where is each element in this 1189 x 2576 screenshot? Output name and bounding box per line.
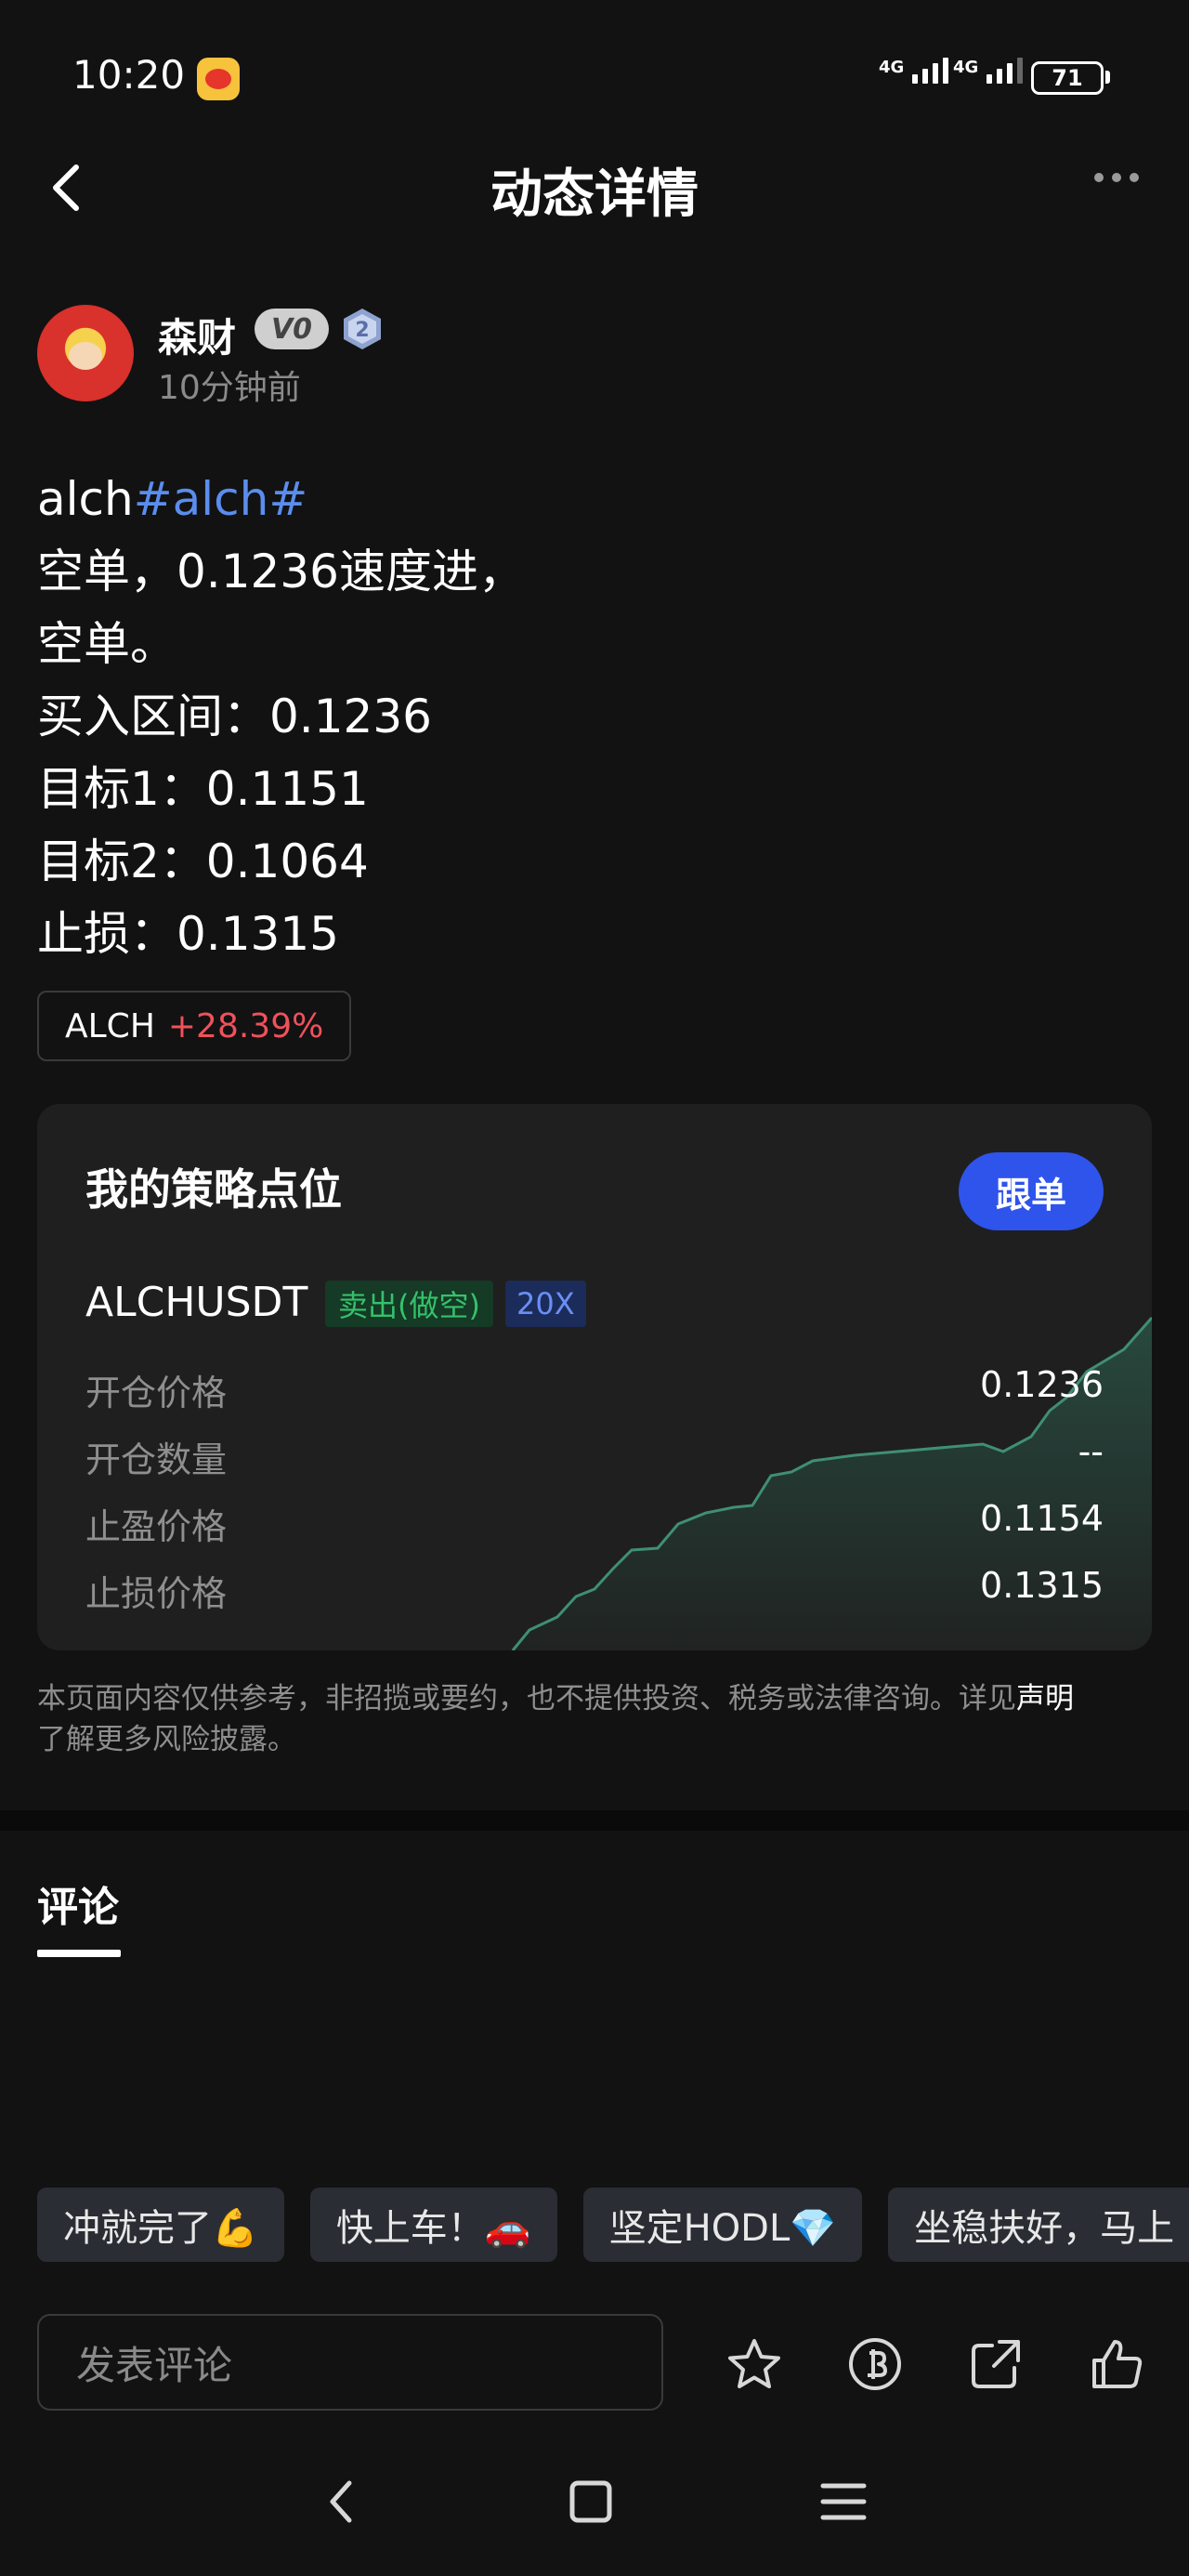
tab-comments[interactable]: 评论 bbox=[37, 1873, 119, 1933]
leverage-badge: 20X bbox=[505, 1281, 586, 1327]
strategy-title: 我的策略点位 bbox=[85, 1164, 342, 1215]
open-price-value: 0.1236 bbox=[980, 1364, 1104, 1405]
signal-icon-1: 4G bbox=[879, 58, 949, 84]
hexagon-icon: 2 bbox=[344, 309, 381, 349]
coin-tag[interactable]: ALCH +28.39% bbox=[37, 991, 352, 1061]
battery-tip bbox=[1105, 71, 1110, 84]
quick-replies: 冲就完了💪 快上车！🚗 坚定HODL💎 坐稳扶好，马上 bbox=[37, 2188, 1189, 2262]
post-line: 空单，0.1236速度进， bbox=[37, 545, 525, 598]
coin-change: +28.39% bbox=[167, 1006, 324, 1045]
open-quantity-label: 开仓数量 bbox=[85, 1439, 228, 1480]
like-button[interactable] bbox=[1087, 2334, 1146, 2394]
follow-order-button[interactable]: 跟单 bbox=[959, 1152, 1104, 1230]
nav-home-button[interactable] bbox=[561, 2472, 621, 2531]
network-type-1: 4G bbox=[879, 58, 905, 77]
back-button[interactable] bbox=[48, 156, 93, 219]
take-profit-label: 止盈价格 bbox=[85, 1506, 228, 1547]
post-time: 10分钟前 bbox=[158, 369, 301, 407]
network-type-2: 4G bbox=[953, 58, 979, 77]
square-icon bbox=[569, 2480, 612, 2523]
page-title: 动态详情 bbox=[490, 164, 699, 225]
more-options-button[interactable] bbox=[1094, 173, 1139, 182]
battery-icon: 71 bbox=[1031, 61, 1104, 95]
coin-icon bbox=[849, 2338, 901, 2390]
tab-underline bbox=[37, 1950, 121, 1957]
take-profit-value: 0.1154 bbox=[980, 1498, 1104, 1539]
nav-back-button[interactable] bbox=[310, 2472, 370, 2531]
chevron-left-icon bbox=[53, 164, 79, 211]
post-line: 目标2：0.1064 bbox=[37, 835, 369, 888]
side-badge: 卖出(做空) bbox=[325, 1281, 493, 1327]
section-divider bbox=[0, 1810, 1189, 1831]
stop-loss-label: 止损价格 bbox=[85, 1573, 228, 1614]
quick-reply-chip[interactable]: 坚定HODL💎 bbox=[582, 2188, 863, 2262]
post-line: alch#alch# bbox=[37, 463, 525, 535]
disclaimer-suffix: 了解更多风险披露。 bbox=[37, 1723, 296, 1756]
post-line: 空单。 bbox=[37, 617, 176, 671]
open-quantity-value: -- bbox=[1078, 1431, 1104, 1472]
share-button[interactable] bbox=[966, 2334, 1026, 2394]
post-line: 止损：0.1315 bbox=[37, 907, 339, 961]
status-time: 10:20 bbox=[72, 52, 186, 98]
level-badge: 2 bbox=[340, 307, 385, 351]
open-price-label: 开仓价格 bbox=[85, 1373, 228, 1413]
disclaimer-link[interactable]: 声明 bbox=[1016, 1682, 1074, 1715]
author-name[interactable]: 森财 bbox=[158, 307, 236, 363]
disclaimer: 本页面内容仅供参考，非招揽或要约，也不提供投资、税务或法律咨询。详见声明 了解更… bbox=[37, 1678, 1170, 1760]
signal-icon-2: 4G bbox=[953, 58, 1024, 84]
disclaimer-text: 本页面内容仅供参考，非招揽或要约，也不提供投资、税务或法律咨询。详见 bbox=[37, 1682, 1016, 1715]
star-icon bbox=[728, 2339, 780, 2388]
favorite-button[interactable] bbox=[725, 2334, 784, 2394]
post-line: 买入区间：0.1236 bbox=[37, 690, 432, 743]
trading-pair: ALCHUSDT bbox=[85, 1279, 308, 1326]
weibo-notification-icon bbox=[197, 58, 240, 100]
stop-loss-value: 0.1315 bbox=[980, 1565, 1104, 1606]
menu-icon bbox=[820, 2483, 867, 2520]
strategy-card: 我的策略点位 跟单 ALCHUSDT 卖出(做空) 20X 开仓价格 0.123… bbox=[37, 1104, 1152, 1650]
quick-reply-chip[interactable]: 快上车！🚗 bbox=[309, 2188, 557, 2262]
post-prefix: alch bbox=[37, 472, 134, 526]
tip-button[interactable] bbox=[845, 2334, 905, 2394]
hashtag-link[interactable]: #alch# bbox=[134, 472, 308, 526]
avatar[interactable] bbox=[37, 305, 134, 401]
quick-reply-chip[interactable]: 坐稳扶好，马上 bbox=[888, 2188, 1189, 2262]
thumbs-up-icon bbox=[1092, 2340, 1143, 2388]
nav-menu-button[interactable] bbox=[814, 2472, 873, 2531]
post-body: alch#alch# 空单，0.1236速度进， 空单。 买入区间：0.1236… bbox=[37, 463, 525, 970]
share-icon bbox=[972, 2340, 1020, 2388]
chevron-left-icon bbox=[330, 2480, 352, 2523]
level-number: 2 bbox=[355, 319, 369, 342]
coin-symbol: ALCH bbox=[65, 1006, 155, 1045]
post-line: 目标1：0.1151 bbox=[37, 762, 369, 816]
quick-reply-chip[interactable]: 冲就完了💪 bbox=[37, 2188, 284, 2262]
comment-input[interactable]: 发表评论 bbox=[37, 2314, 663, 2411]
battery-level: 71 bbox=[1052, 65, 1083, 91]
vip-badge: V0 bbox=[255, 309, 329, 349]
